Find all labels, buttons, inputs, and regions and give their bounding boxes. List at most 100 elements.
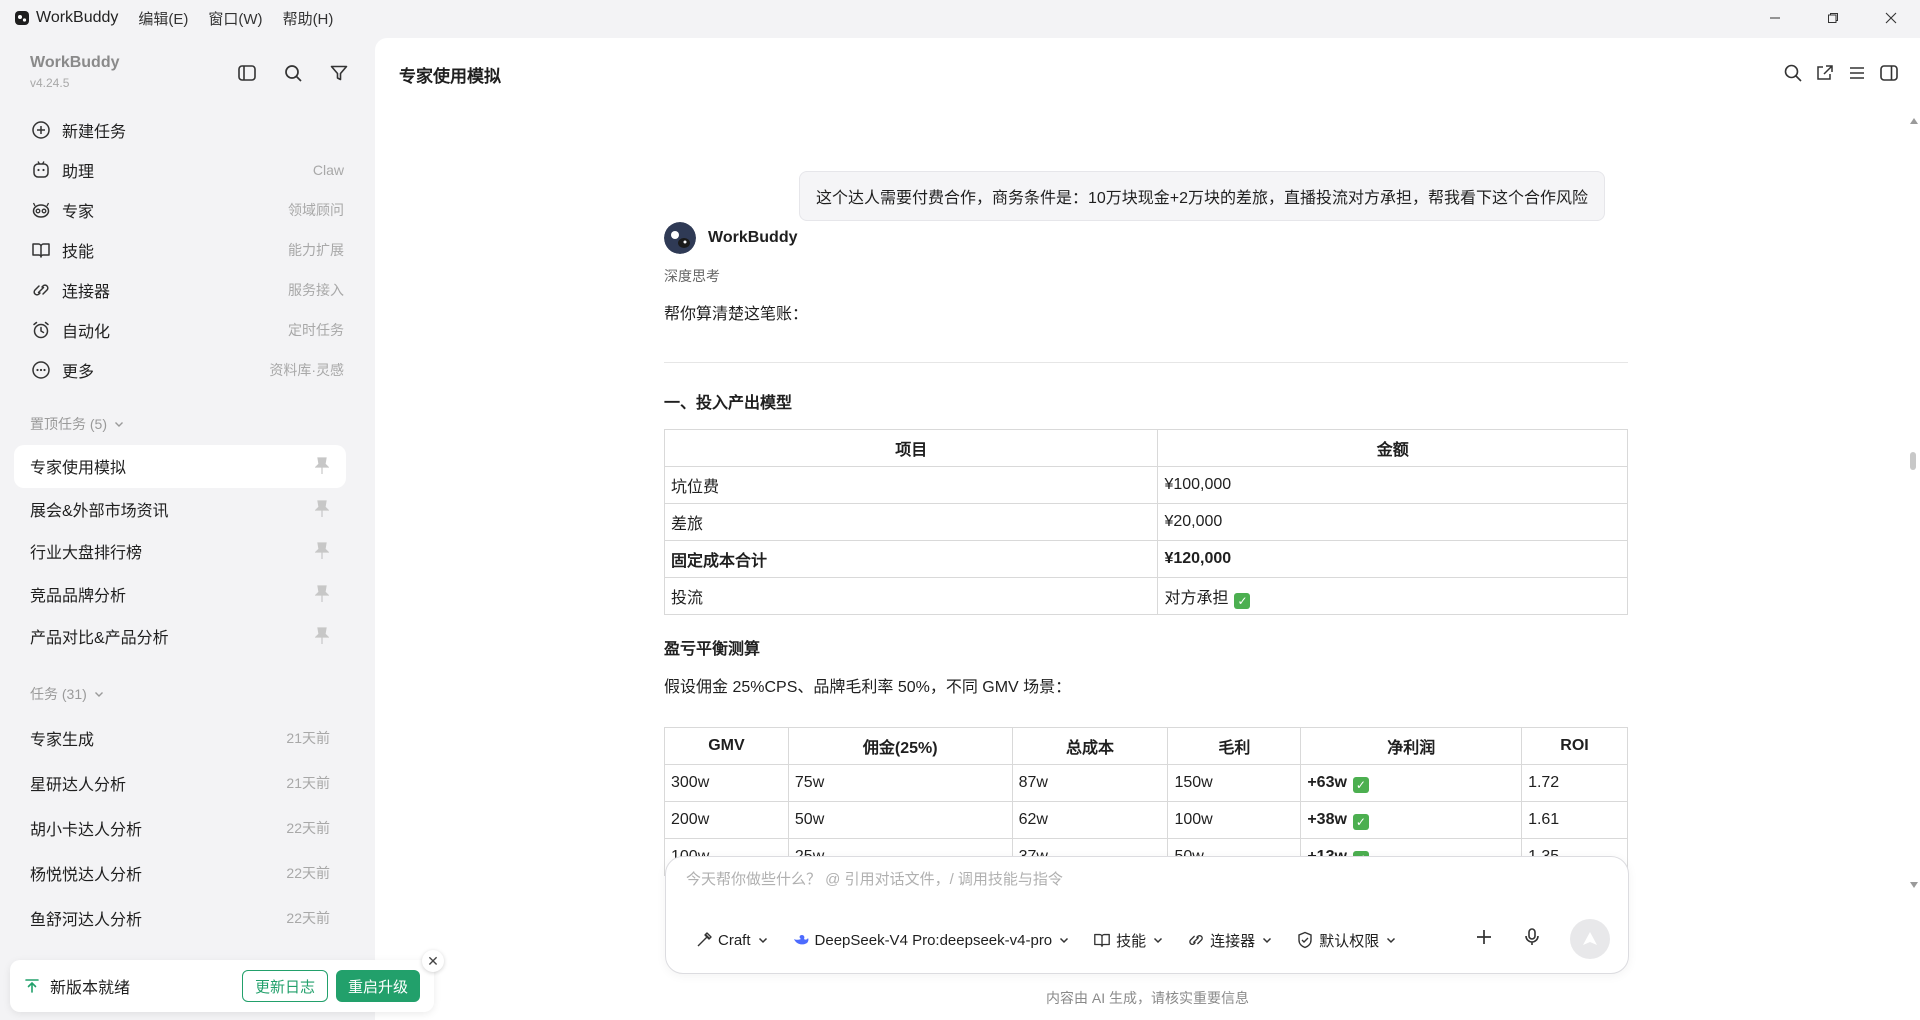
nav-label: 自动化 [62, 324, 111, 341]
user-message: 这个达人需要付费合作，商务条件是：10万块现金+2万块的差旅，直播投流对方承担，… [798, 171, 1605, 221]
permissions-selector[interactable]: 默认权限 [1295, 925, 1397, 955]
minimize-button[interactable] [1746, 0, 1804, 36]
assistant-icon [30, 159, 52, 181]
assistant-reply: WorkBuddy 深度思考 帮你算清楚这笔账： 一、投入产出模型 项目 金额 … [663, 222, 1628, 876]
pinned-item[interactable]: 行业大盘排行榜 [14, 530, 346, 573]
pinned-item[interactable]: 专家使用模拟 [14, 445, 346, 488]
list-icon [1850, 67, 1864, 79]
task-item[interactable]: 星研达人分析 21天前 [14, 760, 346, 805]
table-cell: 固定成本合计 [663, 540, 1159, 578]
connectors-selector[interactable]: 连接器 [1186, 925, 1273, 955]
task-label: 杨悦悦达人分析 [30, 866, 143, 884]
table-row: 差旅 ¥20,000 [663, 503, 1628, 541]
nav-label: 新建任务 [62, 124, 127, 141]
filter-icon [330, 65, 348, 81]
plus-icon [1477, 929, 1491, 944]
toggle-panel-button[interactable] [1878, 62, 1900, 84]
brand: WorkBuddy v4.24.5 [30, 54, 119, 90]
task-label: 竞品品牌分析 [30, 587, 127, 605]
table-cell: 1.61 [1521, 801, 1628, 839]
pin-icon[interactable] [314, 627, 330, 645]
pin-icon[interactable] [314, 500, 330, 518]
toggle-sidebar-button[interactable] [236, 62, 258, 84]
prompt-input[interactable] [686, 871, 1586, 888]
task-item[interactable]: 鱼舒河达人分析 22天前 [14, 895, 346, 940]
scroll-thumb[interactable] [1910, 452, 1916, 470]
nav-automation[interactable]: 自动化 定时任务 [16, 310, 356, 350]
nav-expert[interactable]: 专家 领域顾问 [16, 190, 356, 230]
assistant-header: WorkBuddy [664, 222, 1628, 254]
sidebar: WorkBuddy v4.24.5 新建任务 助理 Claw 专家 领域顾问 技… [0, 38, 375, 1020]
cell-text: 对方承担 [1164, 589, 1229, 607]
pin-icon[interactable] [314, 542, 330, 560]
brand-name: WorkBuddy [30, 54, 120, 71]
menu-help[interactable]: 帮助(H) [283, 8, 334, 29]
close-update-button[interactable]: ✕ [422, 950, 444, 972]
chevron-down-icon [115, 422, 123, 427]
chevron-down-icon [94, 692, 103, 697]
restart-upgrade-button[interactable]: 重启升级 [335, 970, 420, 1002]
chevron-down-icon [1387, 937, 1396, 944]
mode-selector[interactable]: Craft [694, 925, 769, 955]
table-row: 300w 75w 87w 150w +63w ✓ 1.72 [664, 764, 1628, 802]
nav-skills[interactable]: 技能 能力扩展 [16, 230, 356, 270]
pinned-item[interactable]: 展会&外部市场资讯 [14, 488, 346, 531]
task-item[interactable]: 杨悦悦达人分析 22天前 [14, 850, 346, 895]
nav-label: 助理 [62, 164, 95, 181]
table-row: 200w 50w 62w 100w +38w ✓ 1.61 [664, 801, 1628, 839]
deepseek-icon [791, 930, 811, 950]
changelog-button[interactable]: 更新日志 [241, 970, 328, 1002]
pinned-item[interactable]: 产品对比&产品分析 [14, 615, 346, 658]
search-chat-button[interactable] [1782, 62, 1804, 84]
table-row: 投流 对方承担 ✓ [663, 577, 1628, 615]
table-cell: 差旅 [663, 503, 1159, 541]
connector-icon [30, 279, 52, 301]
pinned-section-header[interactable]: 置顶任务 (5) [30, 414, 125, 434]
nav-assistant[interactable]: 助理 Claw [16, 150, 356, 190]
nav-new-task[interactable]: 新建任务 [16, 110, 356, 150]
nav-label: 专家 [62, 204, 95, 221]
menu-edit[interactable]: 编辑(E) [138, 8, 188, 29]
task-label: 专家生成 [30, 731, 95, 749]
tasks-section-header[interactable]: 任务 (31) [30, 684, 105, 704]
pin-icon[interactable] [314, 585, 330, 603]
nav-connectors[interactable]: 连接器 服务接入 [16, 270, 356, 310]
scroll-down-arrow-icon[interactable] [1910, 882, 1918, 888]
close-window-button[interactable] [1862, 0, 1920, 36]
skills-selector[interactable]: 技能 [1092, 925, 1164, 955]
ai-disclaimer: 内容由 AI 生成，请核实重要信息 [1045, 990, 1249, 1006]
model-selector[interactable]: DeepSeek-V4 Pro:deepseek-v4-pro [791, 925, 1071, 955]
close-icon [1885, 12, 1897, 24]
task-item[interactable]: 专家生成 21天前 [14, 715, 346, 760]
pin-icon[interactable] [314, 457, 330, 475]
chat-area[interactable]: 这个达人需要付费合作，商务条件是：10万块现金+2万块的差旅，直播投流对方承担，… [375, 110, 1906, 890]
table-cell: ¥100,000 [1157, 466, 1628, 504]
deep-thinking-toggle[interactable]: 深度思考 [664, 266, 1628, 286]
scrollbar[interactable] [1906, 110, 1920, 890]
voice-input-button[interactable] [1522, 927, 1542, 952]
pinned-item[interactable]: 竞品品牌分析 [14, 573, 346, 616]
send-button[interactable] [1570, 919, 1610, 959]
table-header: 总成本 [1011, 727, 1169, 765]
task-time: 21天前 [286, 774, 330, 791]
table-cell: 150w [1167, 764, 1302, 802]
add-attachment-button[interactable] [1474, 927, 1494, 952]
nav-sub: 领域顾问 [288, 202, 344, 218]
restore-button[interactable] [1804, 0, 1862, 36]
search-button[interactable] [282, 62, 304, 84]
table-cell: 87w [1011, 764, 1169, 802]
model-label: DeepSeek-V4 Pro:deepseek-v4-pro [814, 931, 1053, 949]
chevron-down-icon [1060, 937, 1069, 944]
table-header: 净利润 [1300, 727, 1523, 765]
outline-button[interactable] [1846, 62, 1868, 84]
table-cell: +63w ✓ [1300, 764, 1523, 802]
nav-more[interactable]: 更多 资料库·灵感 [16, 350, 356, 390]
table-cell: ¥20,000 [1157, 503, 1628, 541]
scroll-up-arrow-icon[interactable] [1910, 118, 1918, 124]
connectors-label: 连接器 [1210, 932, 1256, 950]
task-item[interactable]: 胡小卡达人分析 22天前 [14, 805, 346, 850]
microphone-icon [1525, 927, 1539, 945]
share-button[interactable] [1814, 62, 1836, 84]
menu-window[interactable]: 窗口(W) [208, 8, 262, 29]
filter-button[interactable] [328, 62, 350, 84]
